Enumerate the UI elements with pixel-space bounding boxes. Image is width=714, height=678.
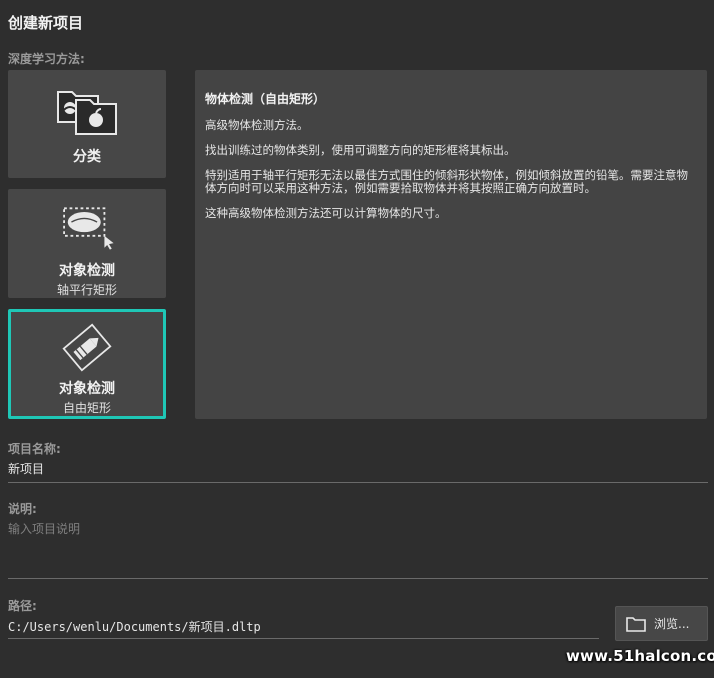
project-name-input[interactable]: 新项目 [8,460,708,476]
method-description-panel: 物体检测（自由矩形） 高级物体检测方法。 找出训练过的物体类别，使用可调整方向的… [195,70,707,419]
path-input[interactable]: C:/Users/wenlu/Documents/新项目.dltp [8,618,598,634]
method-card-detection-axis-aligned[interactable]: 对象检测 轴平行矩形 [8,189,166,298]
description-paragraph: 高级物体检测方法。 [205,118,309,132]
description-label: 说明: [8,502,37,516]
project-name-underline [8,482,708,483]
path-label: 路径: [8,599,37,613]
watermark-text: www.51halcon.com [566,647,714,665]
folder-icon [626,616,646,632]
description-paragraph: 这种高级物体检测方法还可以计算物体的尺寸。 [205,206,447,220]
card-title: 分类 [73,149,101,165]
window-title: 创建新项目 [8,14,84,32]
card-title: 对象检测 [59,381,115,397]
browse-button-label: 浏览... [654,617,690,631]
description-paragraph: 特别适用于轴平行矩形无法以最佳方式围住的倾斜形状物体，例如倾斜放置的铅笔。需要注… [205,168,688,195]
project-name-label: 项目名称: [8,442,61,456]
card-subtitle: 自由矩形 [62,401,111,415]
description-paragraph: 找出训练过的物体类别，使用可调整方向的矩形框将其标出。 [205,143,516,157]
card-subtitle: 轴平行矩形 [56,283,117,297]
object-detection-oriented-icon [62,323,112,372]
card-title: 对象检测 [59,263,115,279]
description-input[interactable]: 输入项目说明 [8,520,708,576]
description-underline [8,578,708,579]
method-card-detection-oriented[interactable]: 对象检测 自由矩形 [8,309,166,419]
browse-button[interactable]: 浏览... [615,606,708,641]
method-section-label: 深度学习方法: [8,52,85,66]
object-detection-axis-aligned-icon [63,207,114,250]
path-underline [8,638,599,639]
method-card-classification[interactable]: 分类 [8,70,166,178]
description-title: 物体检测（自由矩形） [205,92,326,106]
classification-folders-icon [57,91,117,135]
